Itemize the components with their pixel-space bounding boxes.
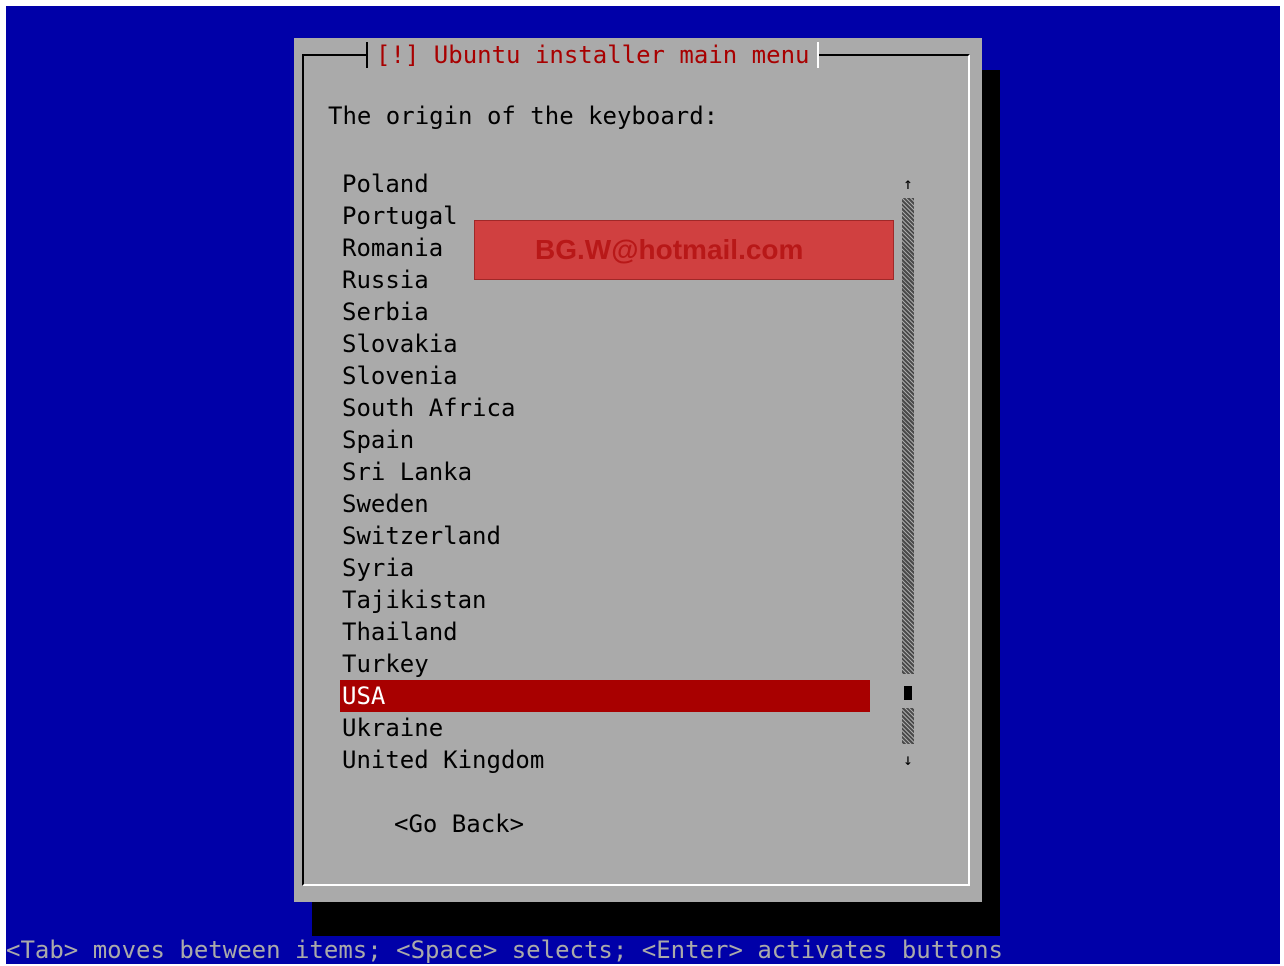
dialog-title: [!] Ubuntu installer main menu xyxy=(366,40,820,70)
keyboard-origin-prompt: The origin of the keyboard: xyxy=(328,102,719,130)
list-item[interactable]: Tajikistan xyxy=(340,584,870,616)
list-item[interactable]: Serbia xyxy=(340,296,870,328)
list-item[interactable]: Sri Lanka xyxy=(340,456,870,488)
email-watermark: BG.W@hotmail.com xyxy=(474,220,894,280)
go-back-button[interactable]: <Go Back> xyxy=(394,810,524,838)
list-item[interactable]: South Africa xyxy=(340,392,870,424)
list-item[interactable]: Slovenia xyxy=(340,360,870,392)
list-item[interactable]: Poland xyxy=(340,168,870,200)
list-item[interactable]: Thailand xyxy=(340,616,870,648)
scrollbar-track-lower[interactable] xyxy=(902,708,914,744)
list-item[interactable]: USA xyxy=(340,680,870,712)
installer-dialog: [!] Ubuntu installer main menu The origi… xyxy=(294,38,982,902)
list-item[interactable]: Switzerland xyxy=(340,520,870,552)
scrollbar-thumb[interactable] xyxy=(904,686,912,700)
list-scrollbar[interactable]: ↑ ↓ xyxy=(898,174,918,770)
list-item[interactable]: United Kingdom xyxy=(340,744,870,776)
scrollbar-track-upper[interactable] xyxy=(902,198,914,674)
list-item[interactable]: Slovakia xyxy=(340,328,870,360)
scroll-up-arrow-icon[interactable]: ↑ xyxy=(898,174,918,194)
list-item[interactable]: Syria xyxy=(340,552,870,584)
list-item[interactable]: Spain xyxy=(340,424,870,456)
list-item[interactable]: Turkey xyxy=(340,648,870,680)
keyboard-help-text: <Tab> moves between items; <Space> selec… xyxy=(6,936,1003,964)
scroll-down-arrow-icon[interactable]: ↓ xyxy=(898,750,918,770)
list-item[interactable]: Sweden xyxy=(340,488,870,520)
list-item[interactable]: Ukraine xyxy=(340,712,870,744)
